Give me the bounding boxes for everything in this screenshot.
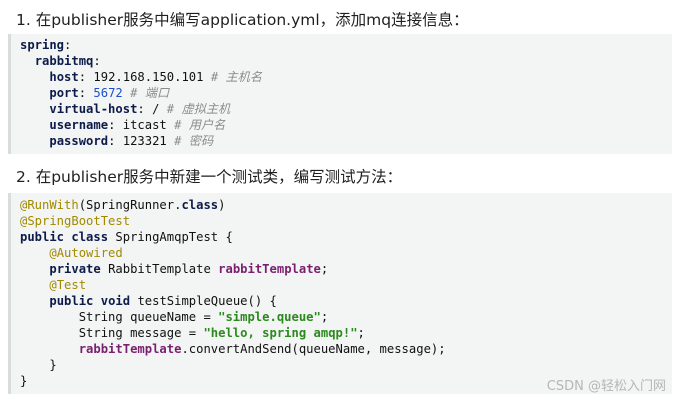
yaml-line-port: port: 5672 # 端口 (49, 86, 170, 100)
keyword: public (20, 230, 65, 244)
keyword: public (49, 294, 94, 308)
java-line-message: String message = "hello, spring amqp!"; (78, 326, 365, 340)
field-name: rabbitTemplate (78, 342, 182, 356)
yaml-code-block: spring: rabbitmq: host: 192.168.150.101 … (8, 34, 672, 154)
java-line-queue-name: String queueName = "simple.queue"; (78, 310, 329, 324)
keyword: class (181, 198, 219, 212)
string-literal: "hello, spring amqp!" (203, 326, 358, 340)
field-name: rabbitTemplate (218, 262, 321, 276)
yaml-line-rabbitmq: rabbitmq: (34, 54, 101, 68)
yaml-value: itcast (122, 118, 167, 132)
string-literal: "simple.queue" (218, 310, 321, 324)
yaml-comment: # 端口 (130, 86, 170, 100)
yaml-line-spring: spring: (20, 38, 72, 52)
java-code-block: @RunWith(SpringRunner.class) @SpringBoot… (8, 193, 672, 394)
java-line-springboottest: @SpringBootTest (20, 213, 130, 229)
yaml-comment: # 用户名 (174, 118, 226, 132)
yaml-key: password (49, 134, 109, 148)
step-2-instruction: 2. 在publisher服务中新建一个测试类，编写测试方法： (16, 168, 403, 186)
java-line-send: rabbitTemplate.convertAndSend(queueName,… (78, 342, 446, 356)
yaml-key: port (49, 86, 79, 100)
java-line-autowired: @Autowired (20, 245, 123, 261)
yaml-key: host (49, 70, 79, 84)
yaml-value: 5672 (93, 86, 123, 100)
keyword: class (71, 230, 109, 244)
annotation: @RunWith (20, 198, 79, 212)
java-line-close-method: } (49, 358, 57, 372)
yaml-value: 123321 (122, 134, 167, 148)
java-line-test-ann: @Test (20, 277, 86, 293)
java-line-runwith: @RunWith(SpringRunner.class) (20, 198, 226, 212)
annotation: @Test (49, 278, 87, 292)
yaml-line-vhost: virtual-host: / # 虚拟主机 (49, 102, 231, 116)
annotation: @Autowired (49, 246, 123, 260)
yaml-value: 192.168.150.101 (93, 70, 204, 84)
keyword: void (100, 294, 131, 308)
yaml-comment: # 密码 (174, 134, 214, 148)
annotation: @SpringBootTest (20, 214, 131, 228)
yaml-key: virtual-host (49, 102, 138, 116)
java-line-close-class: } (20, 374, 28, 388)
java-line-method-decl: public void testSimpleQueue() { (49, 294, 277, 308)
yaml-key: spring (20, 38, 65, 52)
watermark: CSDN @轻松入门网 (546, 379, 666, 394)
yaml-key: username (49, 118, 109, 132)
yaml-line-username: username: itcast # 用户名 (49, 118, 226, 132)
keyword: private (49, 262, 101, 276)
yaml-line-host: host: 192.168.150.101 # 主机名 (49, 70, 263, 84)
yaml-key: rabbitmq (34, 54, 94, 68)
java-line-field-decl: private RabbitTemplate rabbitTemplate; (49, 262, 329, 276)
yaml-comment: # 主机名 (210, 70, 263, 84)
yaml-line-password: password: 123321 # 密码 (49, 134, 214, 148)
yaml-comment: # 虚拟主机 (166, 102, 231, 116)
java-line-class-decl: public class SpringAmqpTest { (20, 230, 233, 244)
step-1-instruction: 1. 在publisher服务中编写application.yml，添加mq连接… (16, 11, 469, 29)
